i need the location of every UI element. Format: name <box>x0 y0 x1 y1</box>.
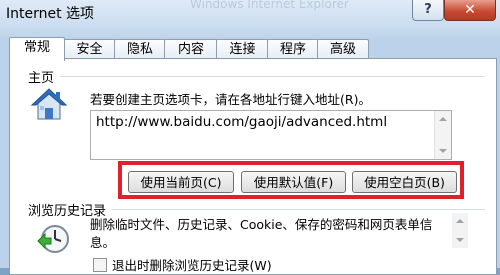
homepage-hint: 若要创建主页选项卡，请在各地址行键入地址(R)。 <box>90 92 371 107</box>
tab-content[interactable]: 内容 <box>164 39 218 59</box>
delete-history-on-exit-checkbox[interactable] <box>93 258 107 272</box>
history-description: 删除临时文件、历史记录、Cookie、保存的密码和网页表单信息。 <box>90 217 433 250</box>
internet-options-dialog: Windows Internet Explorer Internet 选项 ? … <box>0 0 500 275</box>
background-window-title: Windows Internet Explorer <box>190 0 349 11</box>
history-clock-icon <box>37 225 69 253</box>
use-current-page-button[interactable]: 使用当前页(C) <box>128 171 234 193</box>
tab-programs[interactable]: 程序 <box>267 39 319 59</box>
homepage-group-label: 主页 <box>28 67 59 86</box>
scroll-up-arrow-icon[interactable] <box>439 117 447 121</box>
delete-history-on-exit-label[interactable]: 退出时删除浏览历史记录(W) <box>112 255 272 274</box>
house-icon <box>30 88 68 120</box>
tab-connections[interactable]: 连接 <box>216 39 269 59</box>
homepage-url-value: http://www.baidu.com/gaoji/advanced.html <box>96 114 388 130</box>
dialog-title: Internet 选项 <box>6 6 95 22</box>
history-group-divider <box>112 209 485 210</box>
history-scrollbar[interactable] <box>452 213 468 248</box>
use-default-button[interactable]: 使用默认值(F) <box>241 171 346 193</box>
homepage-group-divider <box>60 76 485 77</box>
title-bar: Windows Internet Explorer Internet 选项 ? … <box>0 0 500 28</box>
use-blank-page-button[interactable]: 使用空白页(B) <box>352 171 457 193</box>
tab-advanced[interactable]: 高级 <box>317 39 369 59</box>
homepage-url-input[interactable]: http://www.baidu.com/gaoji/advanced.html <box>90 110 452 160</box>
help-button[interactable]: ? <box>412 0 444 21</box>
tab-security[interactable]: 安全 <box>63 39 116 59</box>
tab-privacy[interactable]: 隐私 <box>114 39 166 59</box>
url-box-scrollbar[interactable] <box>434 111 451 159</box>
close-button[interactable]: ✕ <box>444 0 496 21</box>
scroll-down-arrow-icon[interactable] <box>439 149 447 153</box>
tab-general[interactable]: 常规 <box>9 37 65 61</box>
